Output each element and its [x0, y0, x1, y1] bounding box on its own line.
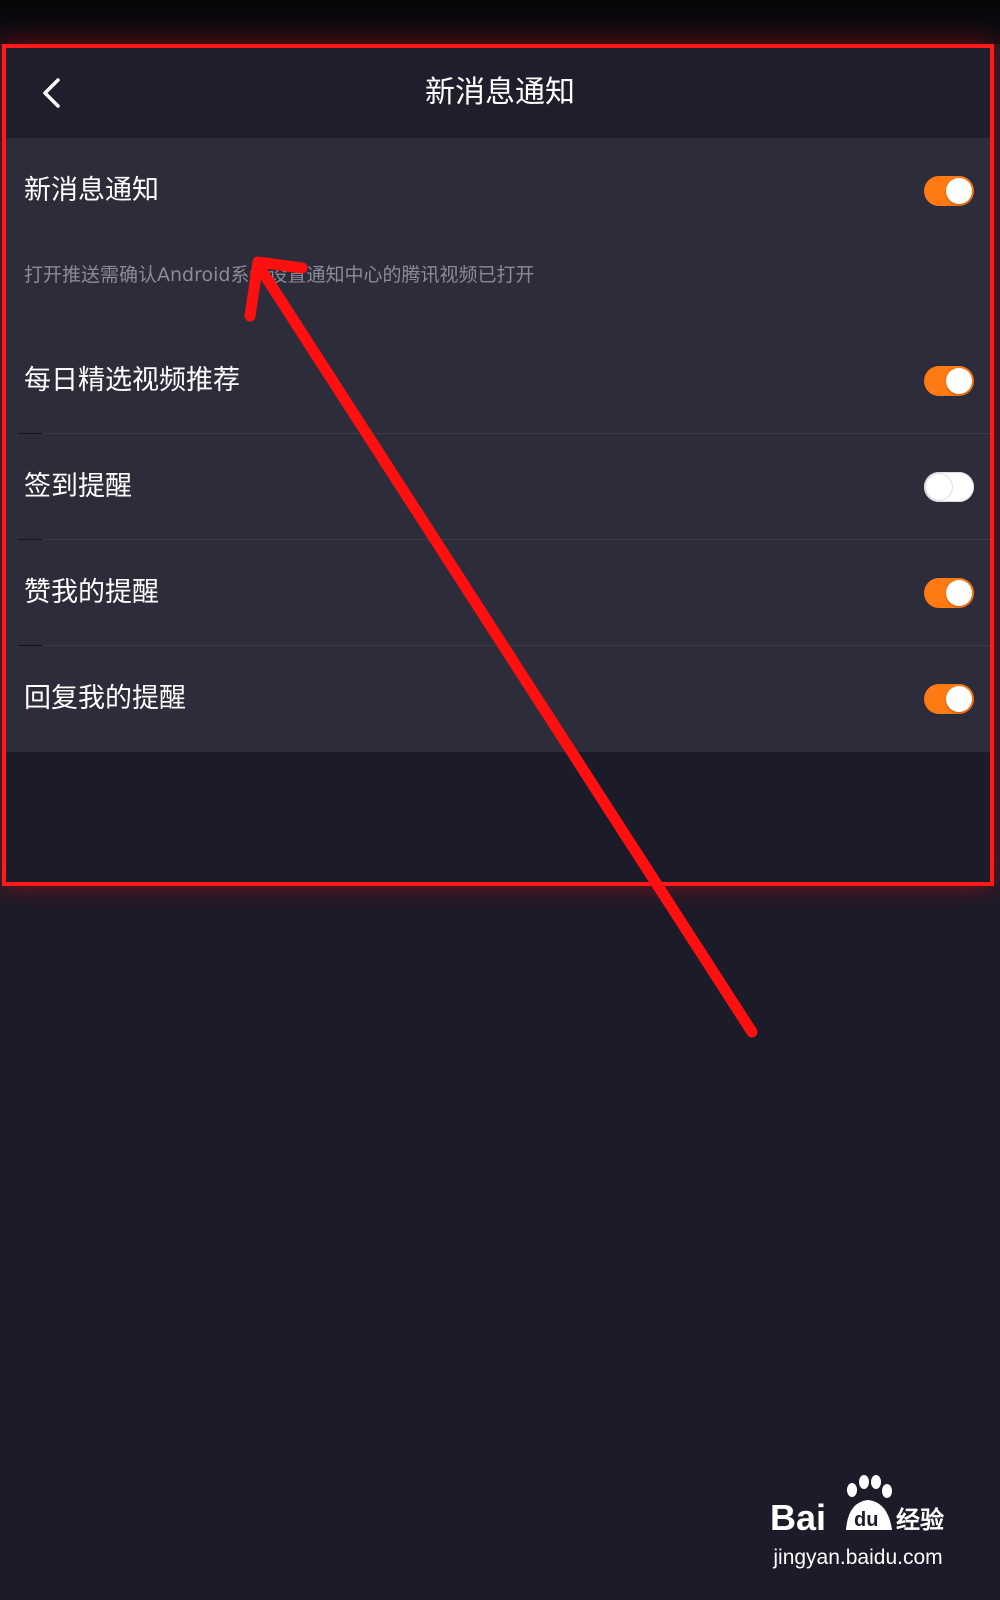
setting-label: 签到提醒 [24, 471, 132, 502]
toggle-switch[interactable] [924, 176, 974, 206]
status-bar [0, 0, 1000, 44]
setting-label: 回复我的提醒 [24, 683, 186, 714]
svg-text:Bai: Bai [770, 1497, 826, 1538]
setting-label: 新消息通知 [24, 175, 159, 206]
toggle-knob [946, 178, 972, 204]
svg-text:du: du [854, 1509, 878, 1531]
setting-row-daily-recommend[interactable]: 每日精选视频推荐 [6, 328, 994, 434]
toggle-switch[interactable] [924, 472, 974, 502]
watermark-url: jingyan.baidu.com [773, 1546, 943, 1569]
setting-label: 赞我的提醒 [24, 577, 159, 608]
master-notification-group: 新消息通知 打开推送需确认Android系统设置通知中心的腾讯视频已打开 [6, 138, 994, 328]
baidu-jingyan-watermark: Bai du 经验 jingyan.baidu.com [768, 1470, 948, 1570]
setting-label: 每日精选视频推荐 [24, 365, 240, 396]
page-title: 新消息通知 [425, 75, 575, 110]
toggle-knob [946, 580, 972, 606]
nav-header: 新消息通知 [6, 48, 994, 138]
toggle-switch[interactable] [924, 578, 974, 608]
setting-row-like-reminder[interactable]: 赞我的提醒 [6, 540, 994, 646]
toggle-knob [946, 368, 972, 394]
notification-types-group: 每日精选视频推荐 签到提醒 赞我的提醒 回复我的提醒 [6, 328, 994, 752]
baidu-jingyan-logo: Bai du 经验 [770, 1475, 944, 1538]
toggle-knob [926, 474, 952, 500]
setting-row-master[interactable]: 新消息通知 [6, 138, 994, 244]
toggle-switch[interactable] [924, 366, 974, 396]
toggle-knob [946, 686, 972, 712]
settings-page: 新消息通知 新消息通知 打开推送需确认Android系统设置通知中心的腾讯视频已… [0, 0, 1000, 1600]
setting-row-reply-reminder[interactable]: 回复我的提醒 [6, 646, 994, 752]
svg-text:经验: 经验 [896, 1506, 944, 1534]
setting-description: 打开推送需确认Android系统设置通知中心的腾讯视频已打开 [24, 264, 535, 286]
toggle-switch[interactable] [924, 684, 974, 714]
settings-list: 新消息通知 打开推送需确认Android系统设置通知中心的腾讯视频已打开 每日精… [6, 138, 994, 752]
setting-row-checkin-reminder[interactable]: 签到提醒 [6, 434, 994, 540]
